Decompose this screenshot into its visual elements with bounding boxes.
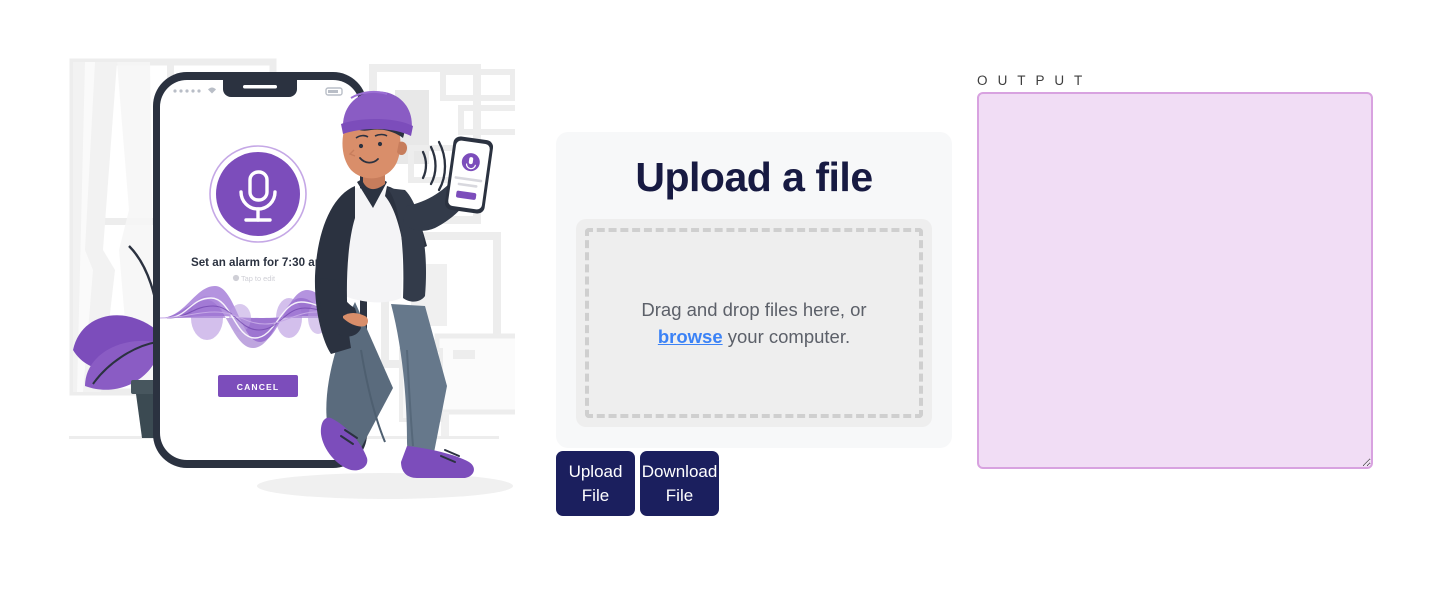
- upload-file-button-label: Upload File: [568, 461, 623, 505]
- page-title: Upload a file: [635, 154, 873, 200]
- dropzone-text-before: Drag and drop files here, or: [641, 299, 867, 320]
- download-file-button-label: Download File: [641, 461, 718, 505]
- file-dropzone[interactable]: Drag and drop files here, or browse your…: [585, 228, 923, 418]
- phone-hint: Tap to edit: [241, 274, 275, 283]
- upload-file-button[interactable]: Upload File: [556, 451, 635, 516]
- output-panel: O U T P U T: [977, 73, 1373, 469]
- illustration-svg: Set an alarm for 7:30 am Tap to edit CAN…: [69, 58, 515, 499]
- dropzone-instructions: Drag and drop files here, or browse your…: [609, 296, 899, 350]
- action-button-group: Upload File Download File: [556, 451, 719, 516]
- phone-transcript: Set an alarm for 7:30 am: [191, 256, 325, 269]
- browse-link[interactable]: browse: [658, 326, 723, 347]
- phone-cancel-label: CANCEL: [237, 382, 279, 392]
- dropzone-container: Drag and drop files here, or browse your…: [576, 219, 932, 427]
- dropzone-text-after: your computer.: [722, 326, 851, 347]
- shoe-front: [401, 446, 474, 478]
- voice-assistant-illustration: Set an alarm for 7:30 am Tap to edit CAN…: [55, 50, 515, 500]
- download-file-button[interactable]: Download File: [640, 451, 719, 516]
- upload-card: Upload a file Drag and drop files here, …: [556, 132, 952, 448]
- output-textarea[interactable]: [977, 92, 1373, 469]
- output-label: O U T P U T: [977, 73, 1086, 88]
